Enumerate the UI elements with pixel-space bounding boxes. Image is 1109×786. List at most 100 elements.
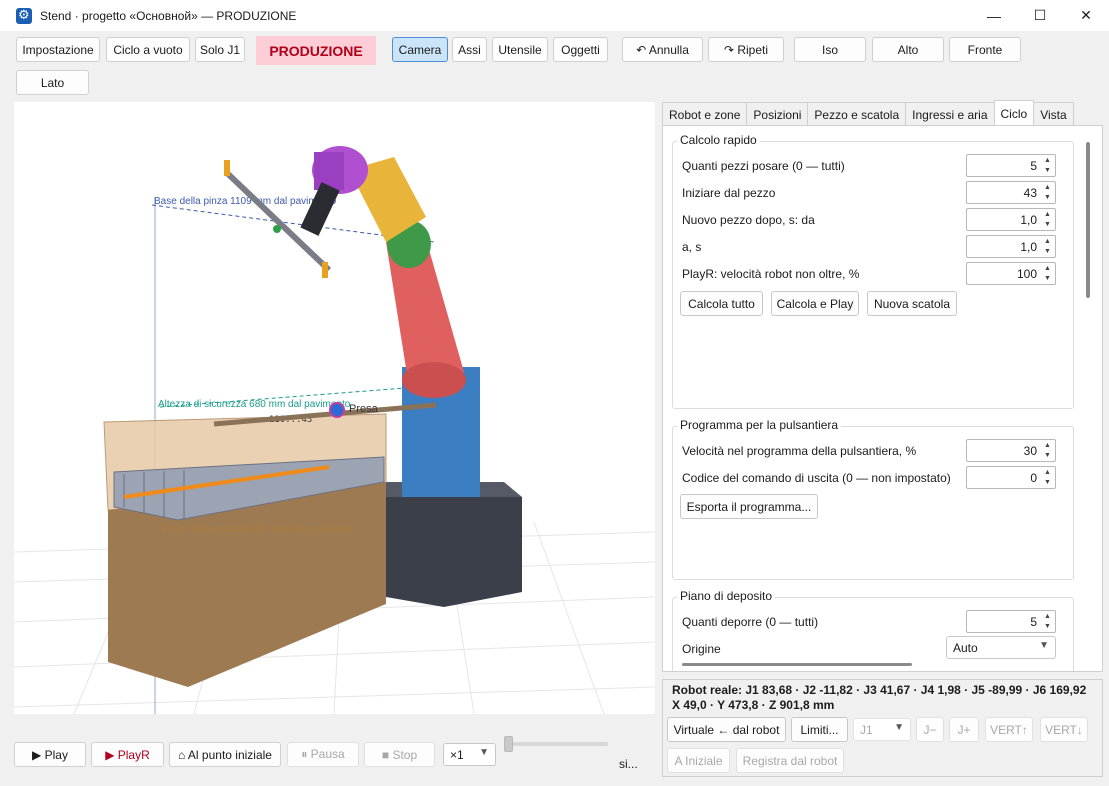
piano-group <box>672 597 1074 671</box>
pause-button[interactable]: ⏸ Pausa <box>287 742 359 767</box>
spin-up-icon[interactable]: ▲ <box>1041 156 1054 166</box>
playr-speed-spinner[interactable]: 100 ▲ ▼ <box>966 262 1056 285</box>
playr-speed-label: PlayR: velocità robot non oltre, % <box>682 267 860 281</box>
esporta-programma-button[interactable]: Esporta il programma... <box>680 494 818 519</box>
safety-height-label: Altezza di sicurezza 680 mm dal paviment… <box>158 399 351 410</box>
mode-badge: PRODUZIONE <box>256 36 376 65</box>
playr-button[interactable]: ▶ PlayR <box>91 742 164 767</box>
spin-down-icon[interactable]: ▼ <box>1041 247 1054 257</box>
codice-uscita-label: Codice del comando di uscita (0 — non im… <box>682 471 951 485</box>
assi-toggle[interactable]: Assi <box>452 37 487 62</box>
annulla-button[interactable]: ↶ Annulla <box>622 37 703 62</box>
spinner-arrows[interactable]: ▲ ▼ <box>1041 237 1054 256</box>
a-s-spinner[interactable]: 1,0 ▲ ▼ <box>966 235 1056 258</box>
a-s-label: a, s <box>682 240 702 254</box>
ciclo-panel: Calcolo rapido Quanti pezzi posare (0 — … <box>662 125 1103 672</box>
spin-down-icon[interactable]: ▼ <box>1041 166 1054 176</box>
spin-up-icon[interactable]: ▲ <box>1041 612 1054 622</box>
jog-minus-button[interactable]: J− <box>916 717 944 742</box>
spin-down-icon[interactable]: ▼ <box>1041 451 1054 461</box>
tab-robot-e-zone[interactable]: Robot e zone <box>662 102 748 126</box>
grip-point-marker <box>329 402 345 418</box>
chevron-down-icon: ▼ <box>894 722 904 733</box>
tab-pezzo-e-scatola[interactable]: Pezzo e scatola <box>807 102 907 126</box>
minimize-button[interactable]: — <box>971 0 1017 31</box>
speed-select[interactable]: ×1 ▼ <box>443 743 496 766</box>
robot-position-readout: X 49,0 · Y 473,8 · Z 901,8 mm <box>672 698 835 712</box>
spin-down-icon[interactable]: ▼ <box>1041 478 1054 488</box>
app-gear-icon <box>16 7 32 24</box>
jog-plus-button[interactable]: J+ <box>949 717 979 742</box>
window-title: Stend · progetto «Основной» — PRODUZIONE <box>40 8 297 23</box>
registra-dal-robot-button[interactable]: Registra dal robot <box>736 748 844 773</box>
calcola-e-play-button[interactable]: Calcola e Play <box>771 291 859 316</box>
3d-viewport[interactable]: Base della pinza 1109 mm dal pavimento A… <box>14 102 655 714</box>
virtuale-dal-robot-button[interactable]: Virtuale ← dal robot <box>667 717 786 742</box>
pedestal-front <box>386 492 522 607</box>
close-button[interactable]: ✕ <box>1063 0 1109 31</box>
limiti-button[interactable]: Limiti... <box>791 717 848 742</box>
tab-ingressi-e-aria[interactable]: Ingressi e aria <box>905 102 995 126</box>
spin-down-icon[interactable]: ▼ <box>1041 193 1054 203</box>
oggetti-toggle[interactable]: Oggetti <box>553 37 608 62</box>
gripper-base-label: Base della pinza 1109 mm dal pavimento <box>154 196 337 207</box>
nuovo-pezzo-label: Nuovo pezzo dopo, s: da <box>682 213 815 227</box>
spinner-arrows[interactable]: ▲ ▼ <box>1041 210 1054 229</box>
panel-horizontal-scrollbar[interactable] <box>682 663 912 666</box>
maximize-button[interactable]: ☐ <box>1017 0 1063 31</box>
iniziare-label: Iniziare dal pezzo <box>682 186 776 200</box>
stop-button[interactable]: ■ Stop <box>364 742 435 767</box>
origine-label: Origine <box>682 642 721 656</box>
view-fronte-button[interactable]: Fronte <box>949 37 1021 62</box>
quanti-deporre-spinner[interactable]: 5 ▲ ▼ <box>966 610 1056 633</box>
spinner-arrows[interactable]: ▲ ▼ <box>1041 156 1054 175</box>
tab-vista[interactable]: Vista <box>1033 102 1074 126</box>
spinner-arrows[interactable]: ▲ ▼ <box>1041 468 1054 487</box>
origine-select[interactable]: Auto ▼ <box>946 636 1056 659</box>
home-position-button[interactable]: ⌂ Al punto iniziale <box>169 742 281 767</box>
vert-up-button[interactable]: VERT↑ <box>985 717 1033 742</box>
codice-uscita-spinner[interactable]: 0 ▲ ▼ <box>966 466 1056 489</box>
tab-ciclo[interactable]: Ciclo <box>993 100 1035 126</box>
ciclo-a-vuoto-button[interactable]: Ciclo a vuoto <box>106 37 190 62</box>
spinner-arrows[interactable]: ▲ ▼ <box>1041 612 1054 631</box>
utensile-toggle[interactable]: Utensile <box>492 37 548 62</box>
tab-posizioni[interactable]: Posizioni <box>746 102 809 126</box>
panel-vertical-scrollbar[interactable] <box>1086 142 1090 298</box>
calcola-tutto-button[interactable]: Calcola tutto <box>680 291 763 316</box>
spin-up-icon[interactable]: ▲ <box>1041 264 1054 274</box>
robot-status-area: Robot reale: J1 83,68 · J2 -11,82 · J3 4… <box>662 679 1103 777</box>
spin-up-icon[interactable]: ▲ <box>1041 237 1054 247</box>
nuova-scatola-button[interactable]: Nuova scatola <box>867 291 957 316</box>
spin-up-icon[interactable]: ▲ <box>1041 210 1054 220</box>
joint-select[interactable]: J1 ▼ <box>853 718 911 741</box>
spin-down-icon[interactable]: ▼ <box>1041 274 1054 284</box>
spin-down-icon[interactable]: ▼ <box>1041 220 1054 230</box>
spin-up-icon[interactable]: ▲ <box>1041 441 1054 451</box>
timeline-slider-track[interactable] <box>506 742 608 746</box>
a-s-value: 1,0 <box>1020 240 1037 254</box>
spinner-arrows[interactable]: ▲ ▼ <box>1041 264 1054 283</box>
solo-j1-button[interactable]: Solo J1 <box>195 37 245 62</box>
nuovo-pezzo-spinner[interactable]: 1,0 ▲ ▼ <box>966 208 1056 231</box>
timeline-slider-thumb[interactable] <box>504 736 513 752</box>
ripeti-button[interactable]: ↷ Ripeti <box>708 37 784 62</box>
vert-down-button[interactable]: VERT↓ <box>1040 717 1088 742</box>
play-button[interactable]: ▶ Play <box>14 742 86 767</box>
spin-up-icon[interactable]: ▲ <box>1041 183 1054 193</box>
a-iniziale-button[interactable]: A Iniziale <box>667 748 730 773</box>
spin-up-icon[interactable]: ▲ <box>1041 468 1054 478</box>
iniziare-value: 43 <box>1023 186 1037 200</box>
camera-toggle[interactable]: Camera <box>392 37 448 62</box>
impostazione-button[interactable]: Impostazione <box>16 37 100 62</box>
velocita-programma-spinner[interactable]: 30 ▲ ▼ <box>966 439 1056 462</box>
view-alto-button[interactable]: Alto <box>872 37 944 62</box>
robot-joints-readout: Robot reale: J1 83,68 · J2 -11,82 · J3 4… <box>672 683 1087 697</box>
spin-down-icon[interactable]: ▼ <box>1041 622 1054 632</box>
quanti-pezzi-spinner[interactable]: 5 ▲ ▼ <box>966 154 1056 177</box>
spinner-arrows[interactable]: ▲ ▼ <box>1041 441 1054 460</box>
spinner-arrows[interactable]: ▲ ▼ <box>1041 183 1054 202</box>
iniziare-spinner[interactable]: 43 ▲ ▼ <box>966 181 1056 204</box>
view-lato-button[interactable]: Lato <box>16 70 89 95</box>
view-iso-button[interactable]: Iso <box>794 37 866 62</box>
